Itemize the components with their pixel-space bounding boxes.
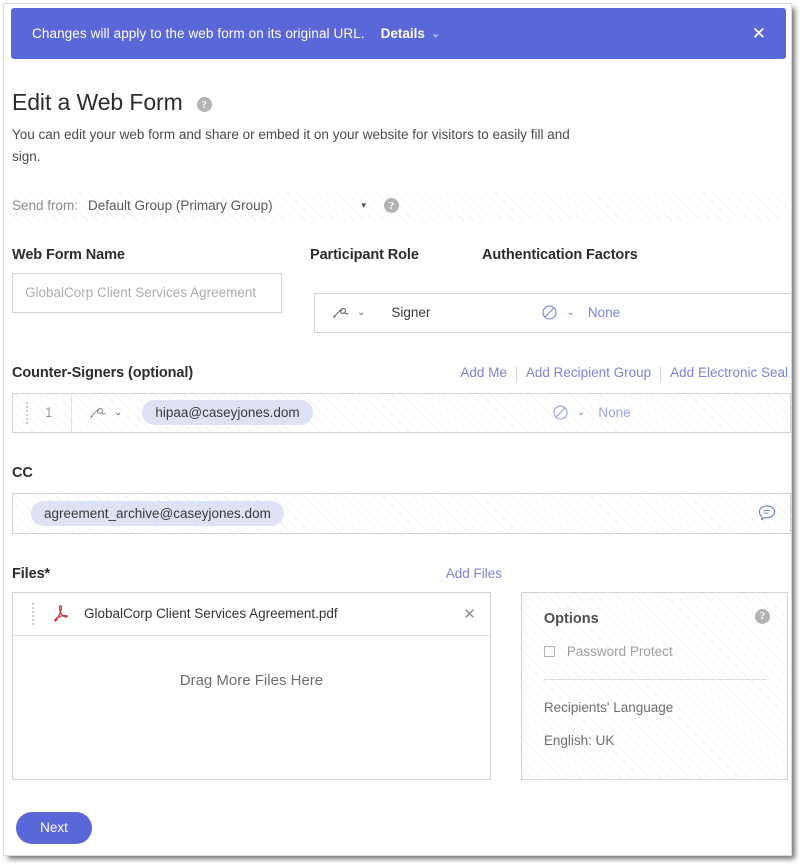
link-divider <box>660 367 661 382</box>
message-bubble-icon <box>756 502 778 524</box>
files-label-text: Files <box>12 566 45 582</box>
drag-handle-icon[interactable] <box>19 402 35 424</box>
add-me-link[interactable]: Add Me <box>451 365 516 380</box>
chevron-down-icon: ⌄ <box>577 407 585 418</box>
drag-dots <box>32 603 34 625</box>
file-name: GlobalCorp Client Services Agreement.pdf <box>84 606 338 621</box>
page-header: Edit a Web Form ? <box>12 89 788 116</box>
required-marker: * <box>45 566 51 582</box>
counter-signer-auth-value: None <box>598 405 630 420</box>
signer-role-picker[interactable]: ⌄ <box>331 303 365 322</box>
add-electronic-seal-link[interactable]: Add Electronic Seal <box>661 365 788 380</box>
counter-signer-email-chip[interactable]: hipaa@caseyjones.dom <box>142 400 312 425</box>
link-divider <box>516 367 517 382</box>
password-protect-checkbox[interactable] <box>544 646 555 657</box>
app-window: Changes will apply to the web form on it… <box>3 3 792 856</box>
chevron-down-icon: ⌄ <box>431 27 440 40</box>
drag-more-files-hint: Drag More Files Here <box>13 636 490 726</box>
screenshot-root: Changes will apply to the web form on it… <box>0 0 800 864</box>
send-from-value: Default Group (Primary Group) <box>88 198 273 213</box>
web-form-name-placeholder: GlobalCorp Client Services Agreement <box>25 285 256 300</box>
comment-bubble-icon[interactable] <box>756 502 778 524</box>
authentication-value: None <box>588 305 620 320</box>
pdf-file-icon <box>51 603 70 625</box>
help-icon[interactable]: ? <box>197 97 212 112</box>
counter-signers-links: Add Me Add Recipient Group Add Electroni… <box>451 365 788 380</box>
drag-dots <box>26 402 28 424</box>
authentication-factors-label: Authentication Factors <box>482 247 788 263</box>
file-drag-handle-icon[interactable] <box>25 603 41 625</box>
add-recipient-group-link[interactable]: Add Recipient Group <box>517 365 660 380</box>
no-authentication-icon <box>540 303 559 322</box>
participant-role-label: Participant Role <box>310 247 482 263</box>
file-list-item: GlobalCorp Client Services Agreement.pdf… <box>13 593 490 636</box>
remove-file-icon[interactable]: ✕ <box>459 605 480 623</box>
counter-signers-header: Counter-Signers (optional) Add Me Add Re… <box>12 365 788 381</box>
close-icon[interactable]: ✕ <box>746 21 772 46</box>
chevron-down-icon: ▾ <box>362 200 367 211</box>
add-files-link[interactable]: Add Files <box>446 566 502 581</box>
chevron-down-icon: ⌄ <box>114 407 122 418</box>
no-authentication-icon <box>551 403 570 422</box>
banner-message: Changes will apply to the web form on it… <box>32 26 365 41</box>
row-divider <box>71 393 72 432</box>
recipients-language-label: Recipients' Language <box>544 700 767 715</box>
send-from-select[interactable]: Default Group (Primary Group) ▾ <box>88 198 366 213</box>
form-name-and-role-row: Web Form Name GlobalCorp Client Services… <box>8 247 788 313</box>
signature-pen-icon <box>331 303 350 322</box>
options-divider <box>544 679 767 680</box>
authentication-factors-group: Authentication Factors <box>482 247 788 313</box>
counter-signer-role-picker[interactable]: ⌄ <box>88 403 122 422</box>
password-protect-option[interactable]: Password Protect <box>544 644 767 659</box>
next-button[interactable]: Next <box>16 812 92 844</box>
counter-signer-auth-picker[interactable]: ⌄ None <box>551 403 631 422</box>
banner-details-label: Details <box>381 26 425 41</box>
banner-details-button[interactable]: Details ⌄ <box>381 26 441 41</box>
page-subtitle: You can edit your web form and share or … <box>12 124 572 169</box>
files-label: Files* <box>12 566 50 582</box>
cc-field[interactable]: agreement_archive@caseyjones.dom <box>12 493 791 534</box>
page-content: Edit a Web Form ? You can edit your web … <box>4 62 792 844</box>
files-header: Files* Add Files <box>12 566 502 582</box>
participant-role-value: Signer <box>391 305 430 320</box>
send-from-row: Send from: Default Group (Primary Group)… <box>8 191 788 221</box>
counter-signer-row: 1 ⌄ hipaa@caseyjones.dom ⌄ <box>12 393 791 433</box>
adobe-pdf-icon <box>51 603 70 625</box>
web-form-name-group: Web Form Name GlobalCorp Client Services… <box>12 247 310 313</box>
notification-banner: Changes will apply to the web form on it… <box>11 8 786 59</box>
counter-signers-label: Counter-Signers (optional) <box>12 365 193 381</box>
recipients-language-value[interactable]: English: UK <box>544 733 767 748</box>
authentication-picker[interactable]: ⌄ None <box>540 303 620 322</box>
web-form-name-input[interactable]: GlobalCorp Client Services Agreement <box>12 273 282 313</box>
send-from-label: Send from: <box>12 198 78 213</box>
cc-email-chip[interactable]: agreement_archive@caseyjones.dom <box>31 501 284 526</box>
counter-signer-index: 1 <box>45 405 71 420</box>
cc-label: CC <box>12 465 788 481</box>
options-title: Options <box>544 611 767 627</box>
chevron-down-icon: ⌄ <box>566 307 574 318</box>
password-protect-label: Password Protect <box>567 644 673 659</box>
chevron-down-icon: ⌄ <box>357 307 365 318</box>
options-panel: ? Options Password Protect Recipients' L… <box>521 592 788 780</box>
options-help-icon[interactable]: ? <box>755 609 770 624</box>
signature-pen-icon <box>88 403 107 422</box>
page-title: Edit a Web Form <box>12 89 183 116</box>
send-from-help-icon[interactable]: ? <box>384 198 399 213</box>
files-dropzone[interactable]: GlobalCorp Client Services Agreement.pdf… <box>12 592 491 780</box>
web-form-name-label: Web Form Name <box>12 247 310 263</box>
files-and-options: GlobalCorp Client Services Agreement.pdf… <box>12 592 788 780</box>
